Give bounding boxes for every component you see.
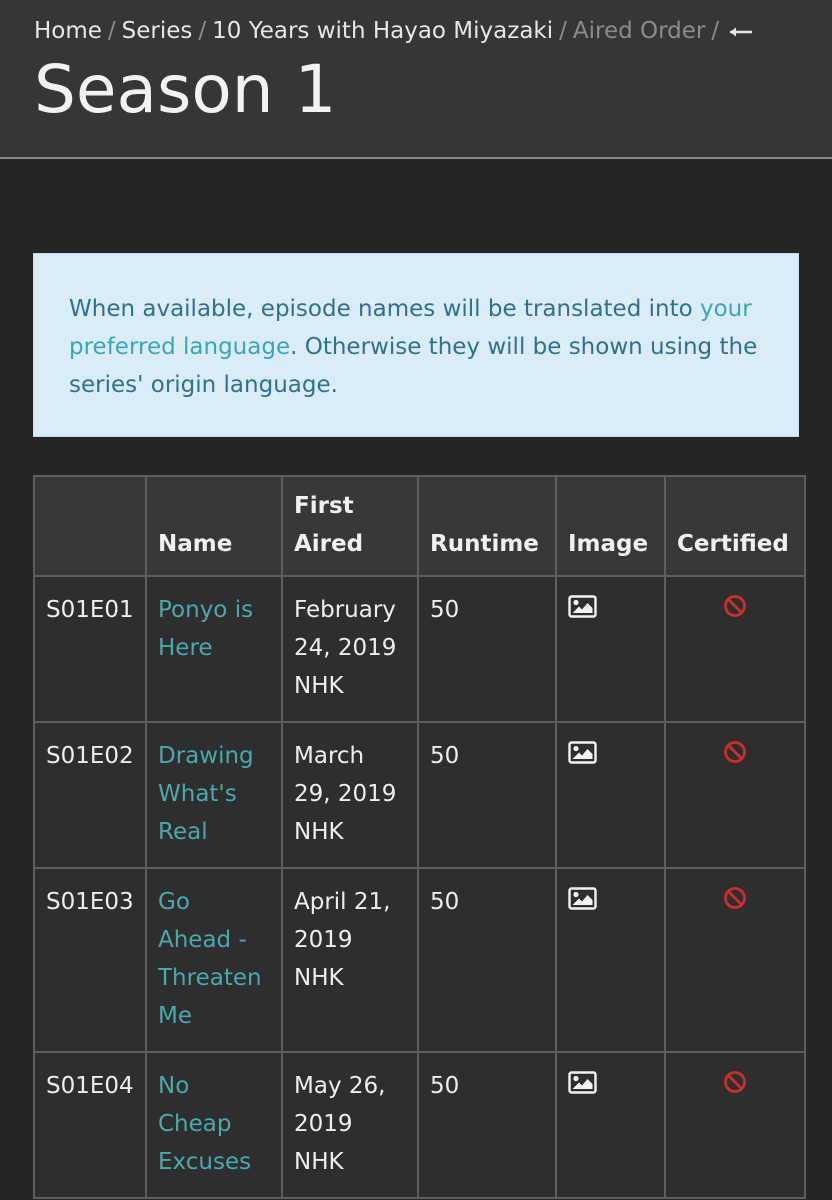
image-icon[interactable] (568, 1068, 597, 1106)
breadcrumb-separator: / (711, 18, 720, 44)
runtime: 50 (417, 867, 557, 1053)
certified-cell (664, 1051, 806, 1199)
first-aired-cell: April 21, 2019 NHK (281, 867, 419, 1053)
breadcrumb-series[interactable]: Series (122, 18, 193, 44)
breadcrumb: Home / Series/10 Years with Hayao Miyazaki… (34, 15, 753, 48)
image-cell (555, 575, 666, 723)
column-header-first-aired[interactable]: First Aired (281, 475, 419, 577)
not-certified-icon (723, 738, 747, 776)
episode-name-cell: Drawing What's Real (145, 721, 283, 869)
episode-name-link[interactable]: Drawing What's Real (158, 743, 254, 845)
episode-id: S01E04 (33, 1051, 147, 1199)
column-header-certified[interactable]: Certified (664, 475, 806, 577)
table-header-row: Name First Aired Runtime Image Certified (33, 475, 806, 577)
page-header: Home / Series/10 Years with Hayao Miyazaki… (0, 0, 832, 159)
network: NHK (294, 819, 344, 845)
episodes-table: Name First Aired Runtime Image Certified… (33, 475, 806, 1199)
runtime: 50 (417, 721, 557, 869)
network: NHK (294, 673, 344, 699)
not-certified-icon (723, 592, 747, 630)
breadcrumb-separator: / (559, 18, 567, 44)
image-icon[interactable] (568, 738, 597, 776)
column-header-runtime[interactable]: Runtime (417, 475, 557, 577)
episode-name-cell: Go Ahead - Threaten Me (145, 867, 283, 1053)
breadcrumb-show[interactable]: 10 Years with Hayao Miyazaki (212, 18, 553, 44)
first-aired-date: April 21, 2019 (294, 889, 391, 953)
certified-cell (664, 867, 806, 1053)
first-aired-date: February 24, 2019 (294, 597, 397, 661)
image-icon[interactable] (568, 592, 597, 630)
breadcrumb-separator: / (198, 18, 207, 44)
arrow-left-icon[interactable] (729, 16, 753, 48)
breadcrumb-aired-order[interactable]: Aired Order (573, 18, 706, 44)
first-aired-cell: February 24, 2019 NHK (281, 575, 419, 723)
first-aired-cell: May 26, 2019 NHK (281, 1051, 419, 1199)
episode-name-cell: Ponyo is Here (145, 575, 283, 723)
first-aired-date: March 29, 2019 (294, 743, 397, 807)
certified-cell (664, 721, 806, 869)
episode-name-link[interactable]: No Cheap Excuses (158, 1073, 251, 1175)
episode-id: S01E03 (33, 867, 147, 1053)
certified-cell (664, 575, 806, 723)
runtime: 50 (417, 575, 557, 723)
breadcrumb-home[interactable]: Home (34, 18, 102, 44)
image-cell (555, 721, 666, 869)
breadcrumb-separator: / (107, 18, 116, 44)
image-cell (555, 1051, 666, 1199)
network: NHK (294, 1149, 344, 1175)
first-aired-date: May 26, 2019 (294, 1073, 386, 1137)
episode-name-link[interactable]: Ponyo is Here (158, 597, 253, 661)
episode-name-cell: No Cheap Excuses (145, 1051, 283, 1199)
translation-notice: When available, episode names will be tr… (33, 253, 799, 437)
table-row: S01E03 Go Ahead - Threaten Me April 21, … (33, 867, 806, 1053)
table-row: S01E04 No Cheap Excuses May 26, 2019 NHK … (33, 1051, 806, 1199)
not-certified-icon (723, 884, 747, 922)
network: NHK (294, 965, 344, 991)
image-cell (555, 867, 666, 1053)
notice-text: When available, episode names will be tr… (69, 296, 700, 322)
column-header-name[interactable]: Name (145, 475, 283, 577)
runtime: 50 (417, 1051, 557, 1199)
image-icon[interactable] (568, 884, 597, 922)
episode-id: S01E02 (33, 721, 147, 869)
not-certified-icon (723, 1068, 747, 1106)
table-row: S01E02 Drawing What's Real March 29, 201… (33, 721, 806, 869)
column-header-id (33, 475, 147, 577)
first-aired-cell: March 29, 2019 NHK (281, 721, 419, 869)
episode-name-link[interactable]: Go Ahead - Threaten Me (158, 889, 262, 1029)
page-title: Season 1 (34, 51, 337, 128)
table-row: S01E01 Ponyo is Here February 24, 2019 NH… (33, 575, 806, 723)
column-header-image[interactable]: Image (555, 475, 666, 577)
episode-id: S01E01 (33, 575, 147, 723)
